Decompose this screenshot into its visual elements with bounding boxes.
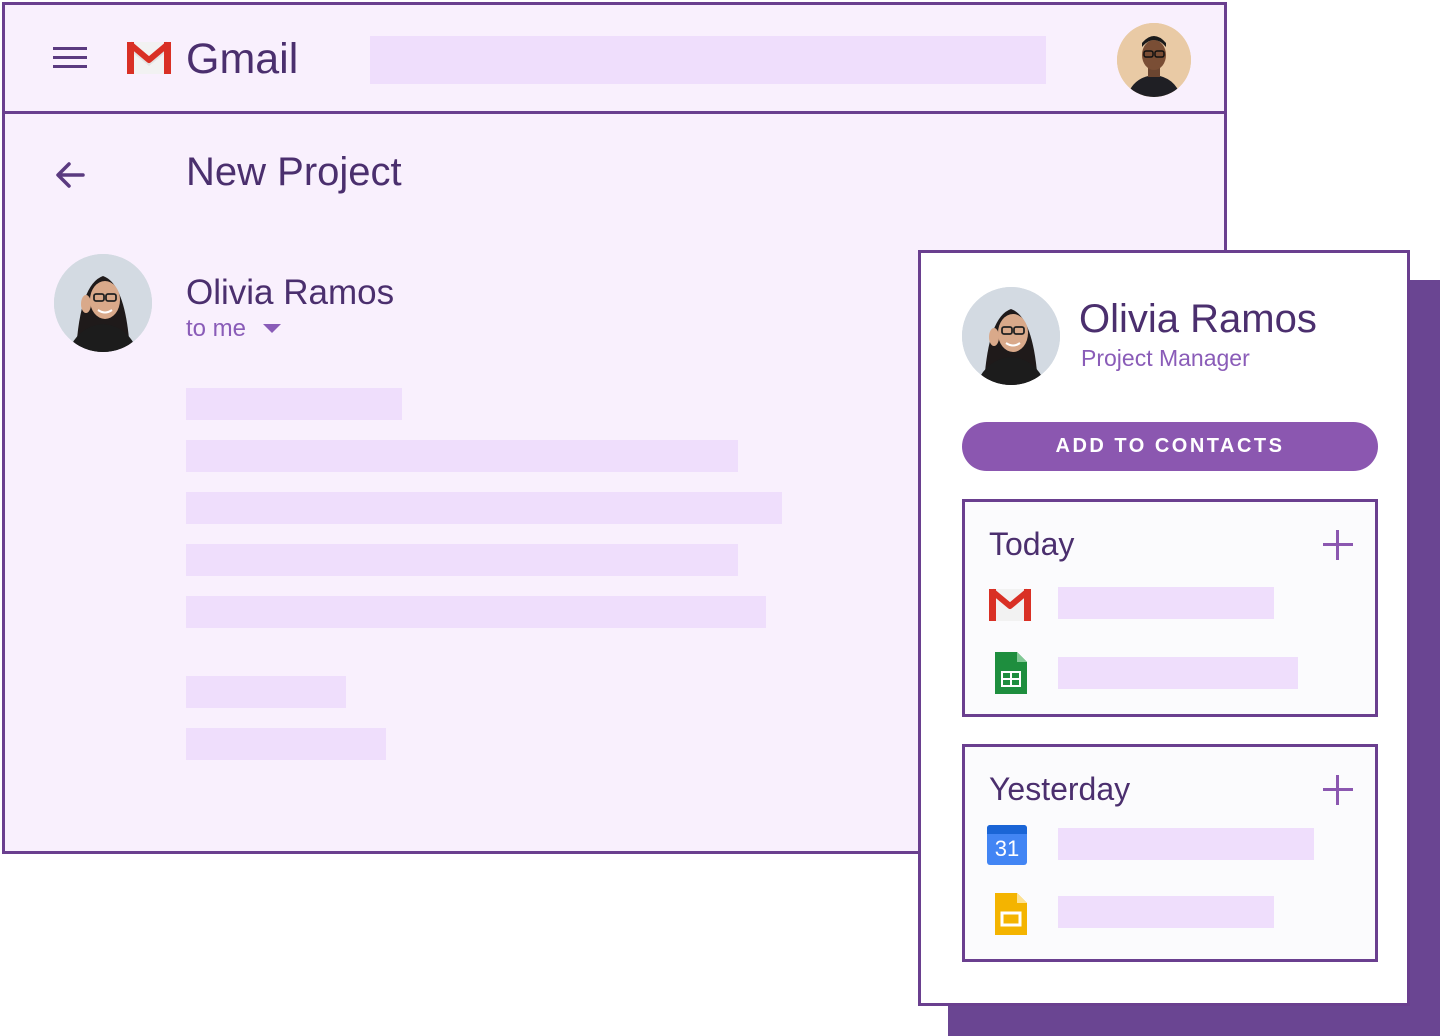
contact-title: Project Manager <box>1081 345 1250 371</box>
sender-avatar[interactable] <box>54 254 152 352</box>
section-label: Yesterday <box>989 771 1131 807</box>
email-body-line <box>186 492 782 524</box>
google-sheets-icon <box>995 652 1027 694</box>
contact-card: Olivia Ramos Project Manager ADD TO CONT… <box>918 250 1410 1006</box>
section-label: Today <box>989 526 1075 562</box>
gmail-logo-icon <box>127 41 171 74</box>
sender-name: Olivia Ramos <box>186 273 395 312</box>
activity-item-line <box>1058 828 1314 860</box>
email-subject: New Project <box>186 150 402 194</box>
add-icon[interactable] <box>1323 530 1353 560</box>
user-avatar[interactable] <box>1117 23 1191 97</box>
email-body-line <box>186 596 766 628</box>
app-title: Gmail <box>186 35 299 83</box>
contact-avatar <box>962 287 1060 385</box>
back-arrow-icon[interactable] <box>51 155 91 195</box>
add-icon[interactable] <box>1323 775 1353 805</box>
google-slides-icon <box>995 893 1027 935</box>
email-body-line <box>186 388 402 420</box>
contact-name: Olivia Ramos <box>1079 297 1317 341</box>
chevron-down-icon[interactable] <box>263 324 281 333</box>
email-body-line <box>186 440 738 472</box>
email-signature-line <box>186 676 346 708</box>
recipient-text[interactable]: to me <box>186 315 246 343</box>
email-signature-line <box>186 728 386 760</box>
activity-item-line <box>1058 896 1274 928</box>
calendar-date-text: 31 <box>994 836 1020 861</box>
gmail-icon <box>989 588 1031 621</box>
activity-item-line <box>1058 587 1274 619</box>
activity-section-yesterday: Yesterday 31 <box>962 744 1378 962</box>
activity-item-line <box>1058 657 1298 689</box>
email-body-line <box>186 544 738 576</box>
search-bar[interactable] <box>370 36 1046 84</box>
google-calendar-icon: 31 <box>987 825 1027 865</box>
add-to-contacts-button[interactable]: ADD TO CONTACTS <box>962 422 1378 471</box>
hamburger-menu-icon[interactable] <box>49 43 91 73</box>
top-app-bar: Gmail <box>5 5 1224 114</box>
activity-section-today: Today <box>962 499 1378 717</box>
